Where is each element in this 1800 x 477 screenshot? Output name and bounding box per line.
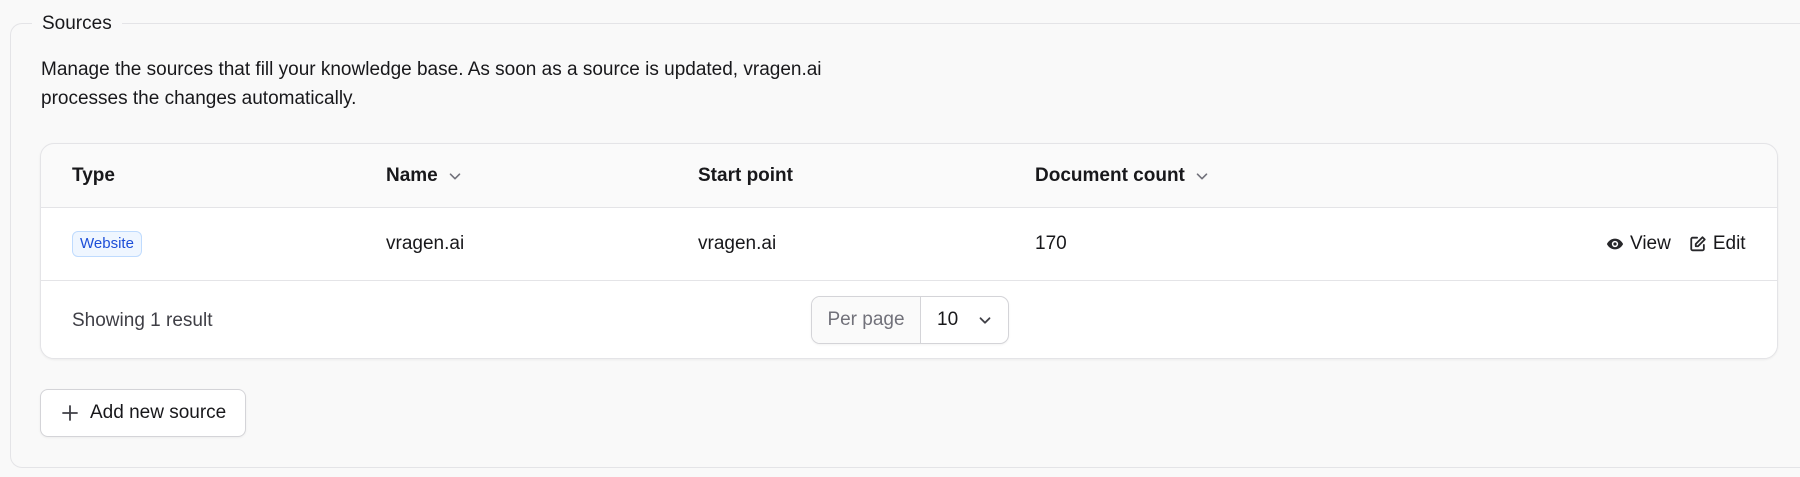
sources-table: Type Name Start point Document count Web… (40, 143, 1778, 359)
edit-label: Edit (1712, 233, 1746, 254)
table-footer: Showing 1 result Per page 10 (41, 281, 1777, 358)
edit-button[interactable]: Edit (1689, 233, 1746, 255)
chevron-down-icon (1196, 173, 1208, 180)
table-header: Type Name Start point Document count (41, 144, 1777, 208)
row-actions: View Edit (1606, 208, 1746, 280)
plus-icon (62, 405, 78, 421)
cell-document-count: 170 (1035, 233, 1067, 254)
view-label: View (1630, 233, 1671, 254)
column-header-document-count-label: Document count (1035, 165, 1185, 186)
cell-name: vragen.ai (386, 233, 465, 254)
per-page-select[interactable]: 10 (921, 297, 1008, 343)
section-title: Sources (32, 10, 122, 38)
view-button[interactable]: View (1606, 233, 1671, 255)
column-header-name-label: Name (386, 165, 438, 186)
table-row: Website vragen.ai vragen.ai 170 View Edi… (41, 208, 1777, 281)
column-header-document-count[interactable]: Document count (1035, 144, 1211, 208)
edit-icon (1690, 236, 1706, 252)
result-count: Showing 1 result (72, 309, 213, 331)
column-header-type-label: Type (72, 165, 115, 186)
type-badge: Website (72, 231, 142, 257)
add-new-source-label: Add new source (90, 402, 227, 423)
column-header-start-point-label: Start point (698, 165, 793, 186)
cell-start-point: vragen.ai (698, 233, 777, 254)
per-page-value: 10 (937, 309, 959, 330)
column-header-start-point: Start point (698, 144, 793, 208)
cell-type: Website (72, 208, 142, 280)
column-header-type: Type (72, 144, 115, 208)
eye-icon (1606, 238, 1624, 250)
chevron-down-icon (449, 173, 461, 180)
per-page-label: Per page (812, 297, 921, 343)
add-new-source-button[interactable]: Add new source (40, 389, 246, 437)
column-header-name[interactable]: Name (386, 144, 464, 208)
section-description: Manage the sources that fill your knowle… (41, 59, 822, 109)
chevron-down-icon (979, 317, 991, 324)
per-page-control: Per page 10 (811, 296, 1009, 344)
